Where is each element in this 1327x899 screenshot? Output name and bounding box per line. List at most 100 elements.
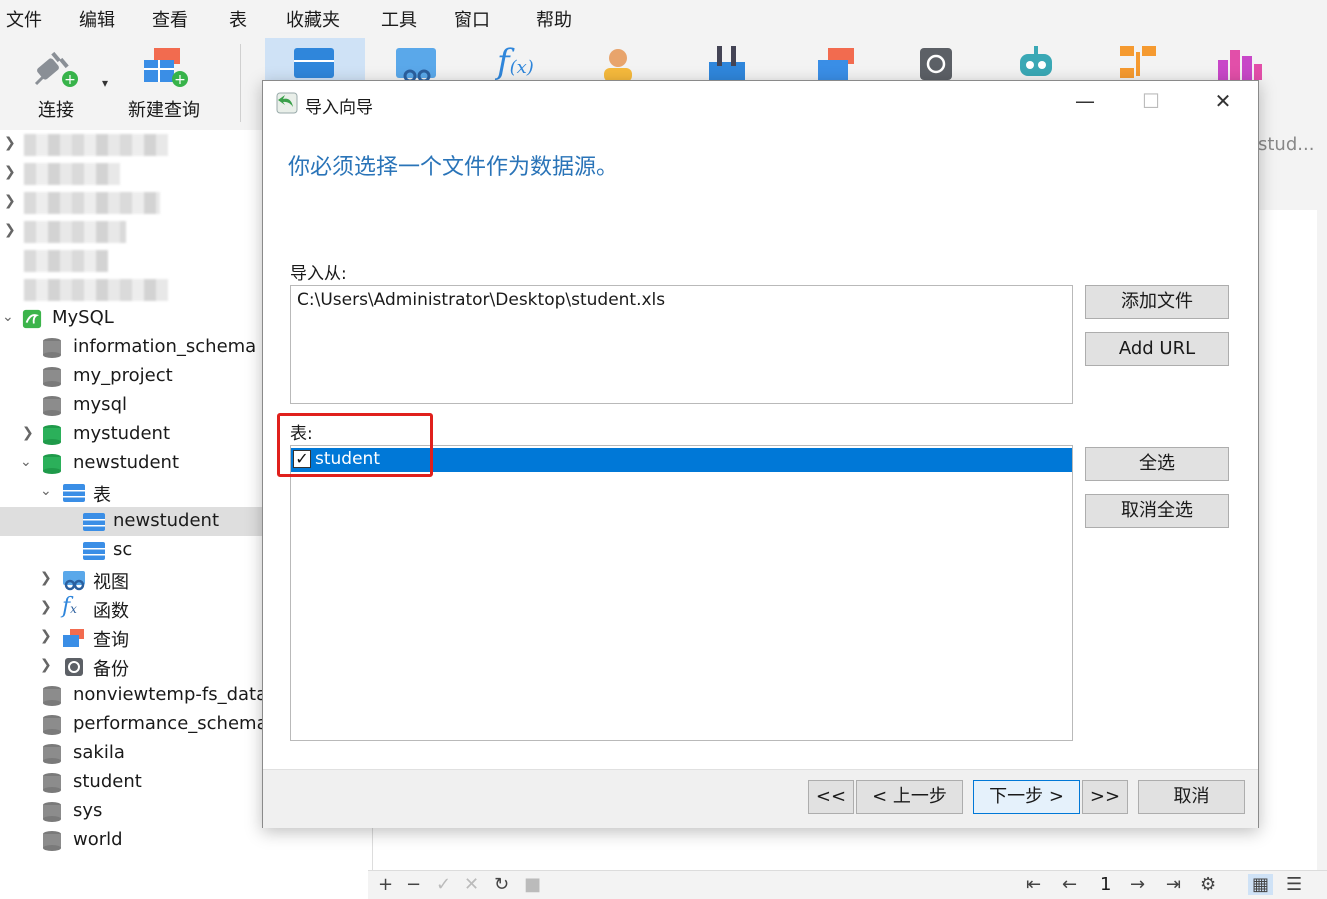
tree-row-database[interactable]: my_project — [0, 362, 262, 391]
redacted-connection — [24, 250, 108, 272]
chevron-right-icon[interactable]: ❯ — [4, 222, 16, 238]
tree-row-backups-group[interactable]: ❯ 备份 — [0, 652, 262, 681]
tree-row-hidden-connection[interactable]: ❯ — [0, 130, 262, 159]
chevron-right-icon[interactable]: ❯ — [40, 599, 52, 615]
connect-label[interactable]: 连接 — [38, 96, 74, 122]
menu-window[interactable]: 窗口 — [454, 6, 490, 32]
next-page-icon[interactable]: → — [1130, 874, 1145, 895]
tree-row-database[interactable]: student — [0, 768, 262, 797]
tree-row-mysql-connection[interactable]: ⌄ MySQL — [0, 304, 262, 333]
chevron-down-icon[interactable]: ⌄ — [40, 483, 52, 499]
chevron-right-icon[interactable]: ❯ — [4, 164, 16, 180]
tree-row-views-group[interactable]: ❯ 视图 — [0, 565, 262, 594]
table-list-box[interactable]: ✓ student — [290, 445, 1073, 741]
menu-view[interactable]: 查看 — [152, 6, 188, 32]
tree-label: newstudent — [73, 452, 180, 473]
stop-icon[interactable]: ■ — [524, 874, 541, 895]
chevron-right-icon[interactable]: ❯ — [22, 425, 34, 441]
tree-row-table-selected[interactable]: newstudent — [0, 507, 262, 536]
tree-row-database[interactable]: ❯ mystudent — [0, 420, 262, 449]
minimize-icon[interactable]: — — [1065, 89, 1105, 113]
tree-row-database[interactable]: world — [0, 826, 262, 855]
tree-row-hidden-connection[interactable] — [0, 246, 262, 275]
tools-toolbar-icon[interactable] — [705, 44, 749, 80]
grid-view-icon[interactable]: ▦ — [1248, 874, 1274, 895]
tree-row-functions-group[interactable]: ❯ fx 函数 — [0, 594, 262, 623]
tree-row-hidden-connection[interactable]: ❯ — [0, 188, 262, 217]
first-step-button[interactable]: << — [808, 780, 854, 814]
tree-row-database[interactable]: performance_schema — [0, 710, 268, 739]
database-icon — [43, 396, 61, 416]
form-view-icon[interactable]: ☰ — [1286, 874, 1302, 895]
previous-page-icon[interactable]: ← — [1062, 874, 1077, 895]
tree-row-table[interactable]: sc — [0, 536, 262, 565]
chevron-down-icon[interactable]: ⌄ — [2, 309, 14, 325]
redacted-connection — [24, 134, 168, 156]
add-file-button[interactable]: 添加文件 — [1085, 285, 1229, 319]
chevron-right-icon[interactable]: ❯ — [40, 628, 52, 644]
query-toolbar-icon[interactable] — [816, 46, 858, 80]
next-step-button[interactable]: 下一步 > — [973, 780, 1080, 814]
add-record-icon[interactable]: + — [378, 874, 393, 895]
menu-favorites[interactable]: 收藏夹 — [286, 6, 340, 32]
menu-file[interactable]: 文件 — [6, 6, 42, 32]
tree-row-database[interactable]: nonviewtemp-fs_data_ — [0, 681, 276, 710]
backup-toolbar-icon[interactable] — [918, 46, 954, 80]
file-list-box[interactable]: C:\Users\Administrator\Desktop\student.x… — [290, 285, 1073, 404]
table-icon — [83, 513, 105, 531]
tree-label: sc — [113, 539, 133, 560]
chevron-right-icon[interactable]: ❯ — [4, 135, 16, 151]
tree-row-hidden-connection[interactable]: ❯ — [0, 217, 262, 246]
tree-row-database[interactable]: sys — [0, 797, 262, 826]
connect-dropdown-icon[interactable]: ▾ — [102, 76, 108, 90]
view-toolbar-icon[interactable] — [394, 46, 438, 80]
chevron-right-icon[interactable]: ❯ — [40, 657, 52, 673]
tree-row-tables-group[interactable]: ⌄ 表 — [0, 478, 262, 507]
connect-plug-icon[interactable]: + — [32, 46, 82, 90]
user-toolbar-icon[interactable] — [600, 46, 636, 80]
deselect-all-button[interactable]: 取消全选 — [1085, 494, 1229, 528]
new-query-label[interactable]: 新建查询 — [128, 96, 200, 122]
chevron-right-icon[interactable]: ❯ — [40, 570, 52, 586]
tree-row-queries-group[interactable]: ❯ 查询 — [0, 623, 262, 652]
menu-edit[interactable]: 编辑 — [79, 6, 115, 32]
delete-record-icon[interactable]: − — [406, 874, 421, 895]
add-url-button[interactable]: Add URL — [1085, 332, 1229, 366]
tree-label: mysql — [73, 394, 127, 415]
tree-row-database[interactable]: sakila — [0, 739, 262, 768]
menu-table[interactable]: 表 — [229, 6, 247, 32]
model-toolbar-icon[interactable] — [1116, 44, 1160, 80]
navigation-tree: ❯ ❯ ❯ ❯ ⌄ MySQL information_schema my_pr… — [0, 130, 276, 898]
previous-step-button[interactable]: < 上一步 — [856, 780, 963, 814]
last-page-icon[interactable]: ⇥ — [1166, 874, 1181, 895]
tree-row-database[interactable]: mysql — [0, 391, 262, 420]
select-all-button[interactable]: 全选 — [1085, 447, 1229, 481]
menu-help[interactable]: 帮助 — [536, 6, 572, 32]
refresh-icon[interactable]: ↻ — [494, 874, 509, 895]
close-icon[interactable]: ✕ — [1203, 89, 1243, 113]
tree-label: sys — [73, 800, 103, 821]
settings-gear-icon[interactable]: ⚙ — [1200, 874, 1216, 895]
page-number[interactable]: 1 — [1100, 874, 1111, 895]
tree-label: MySQL — [52, 307, 114, 328]
automation-toolbar-icon[interactable] — [1014, 44, 1058, 80]
function-toolbar-icon[interactable]: f(x) — [497, 42, 534, 82]
new-query-icon[interactable]: + — [140, 44, 190, 90]
last-step-button[interactable]: >> — [1082, 780, 1128, 814]
tree-row-database[interactable]: information_schema — [0, 333, 262, 362]
cancel-button[interactable]: 取消 — [1138, 780, 1245, 814]
chevron-down-icon[interactable]: ⌄ — [20, 454, 32, 470]
maximize-icon[interactable]: ☐ — [1131, 89, 1171, 113]
apply-icon[interactable]: ✓ — [436, 874, 451, 895]
table-toolbar-icon[interactable] — [292, 46, 336, 80]
tree-row-hidden-connection[interactable]: ❯ — [0, 159, 262, 188]
first-page-icon[interactable]: ⇤ — [1026, 874, 1041, 895]
tree-row-database[interactable]: ⌄ newstudent — [0, 449, 262, 478]
tree-row-hidden-connection[interactable] — [0, 275, 262, 304]
editor-tab-student[interactable]: stud... — [1258, 134, 1314, 155]
discard-icon[interactable]: ✕ — [464, 874, 479, 895]
file-path-item[interactable]: C:\Users\Administrator\Desktop\student.x… — [297, 290, 665, 310]
menu-tools[interactable]: 工具 — [381, 6, 417, 32]
chevron-right-icon[interactable]: ❯ — [4, 193, 16, 209]
chart-toolbar-icon[interactable] — [1216, 44, 1264, 80]
